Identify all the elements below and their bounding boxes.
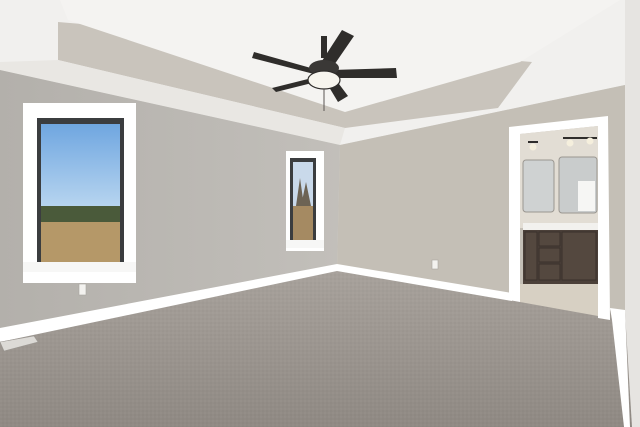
center-window	[286, 151, 324, 251]
left-window-field	[41, 222, 120, 265]
left-window-sky	[41, 124, 120, 209]
wall-outlet-left	[78, 283, 87, 296]
left-window-treeline	[41, 206, 120, 224]
center-window-sill	[286, 240, 324, 248]
left-window	[23, 103, 136, 283]
bathroom-doorway	[509, 116, 610, 320]
bathroom-mirror-left	[522, 159, 555, 213]
center-window-field	[293, 206, 313, 240]
vanity-countertop	[523, 223, 598, 230]
wall-outlet-back	[431, 259, 439, 270]
fan-light	[307, 70, 341, 90]
bathroom-mirror-reflection	[578, 181, 595, 211]
vanity-cabinet	[523, 230, 598, 284]
fan-pull-chain	[323, 89, 325, 111]
bedroom-scene	[0, 0, 640, 427]
left-window-sill	[23, 262, 136, 272]
